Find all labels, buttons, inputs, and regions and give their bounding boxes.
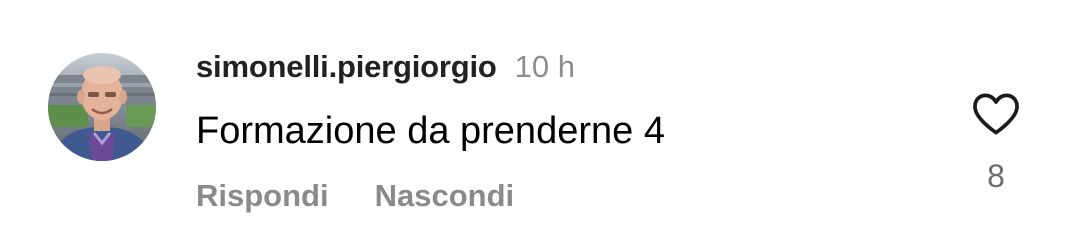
hide-button[interactable]: Nascondi — [375, 178, 515, 214]
comment-actions: Rispondi Nascondi — [196, 178, 514, 214]
reply-button[interactable]: Rispondi — [196, 178, 329, 214]
avatar[interactable] — [48, 53, 156, 161]
comment-item: simonelli.piergiorgio 10 h Formazione da … — [0, 0, 1080, 252]
timestamp: 10 h — [514, 49, 576, 84]
like-button[interactable] — [970, 88, 1022, 140]
avatar-photo-icon — [48, 53, 156, 161]
like-count: 8 — [987, 158, 1005, 194]
comment-text: Formazione da prenderne 4 — [196, 110, 665, 152]
heart-outline-icon — [973, 93, 1019, 135]
comment-header: simonelli.piergiorgio 10 h — [196, 49, 575, 85]
username[interactable]: simonelli.piergiorgio — [196, 49, 497, 84]
